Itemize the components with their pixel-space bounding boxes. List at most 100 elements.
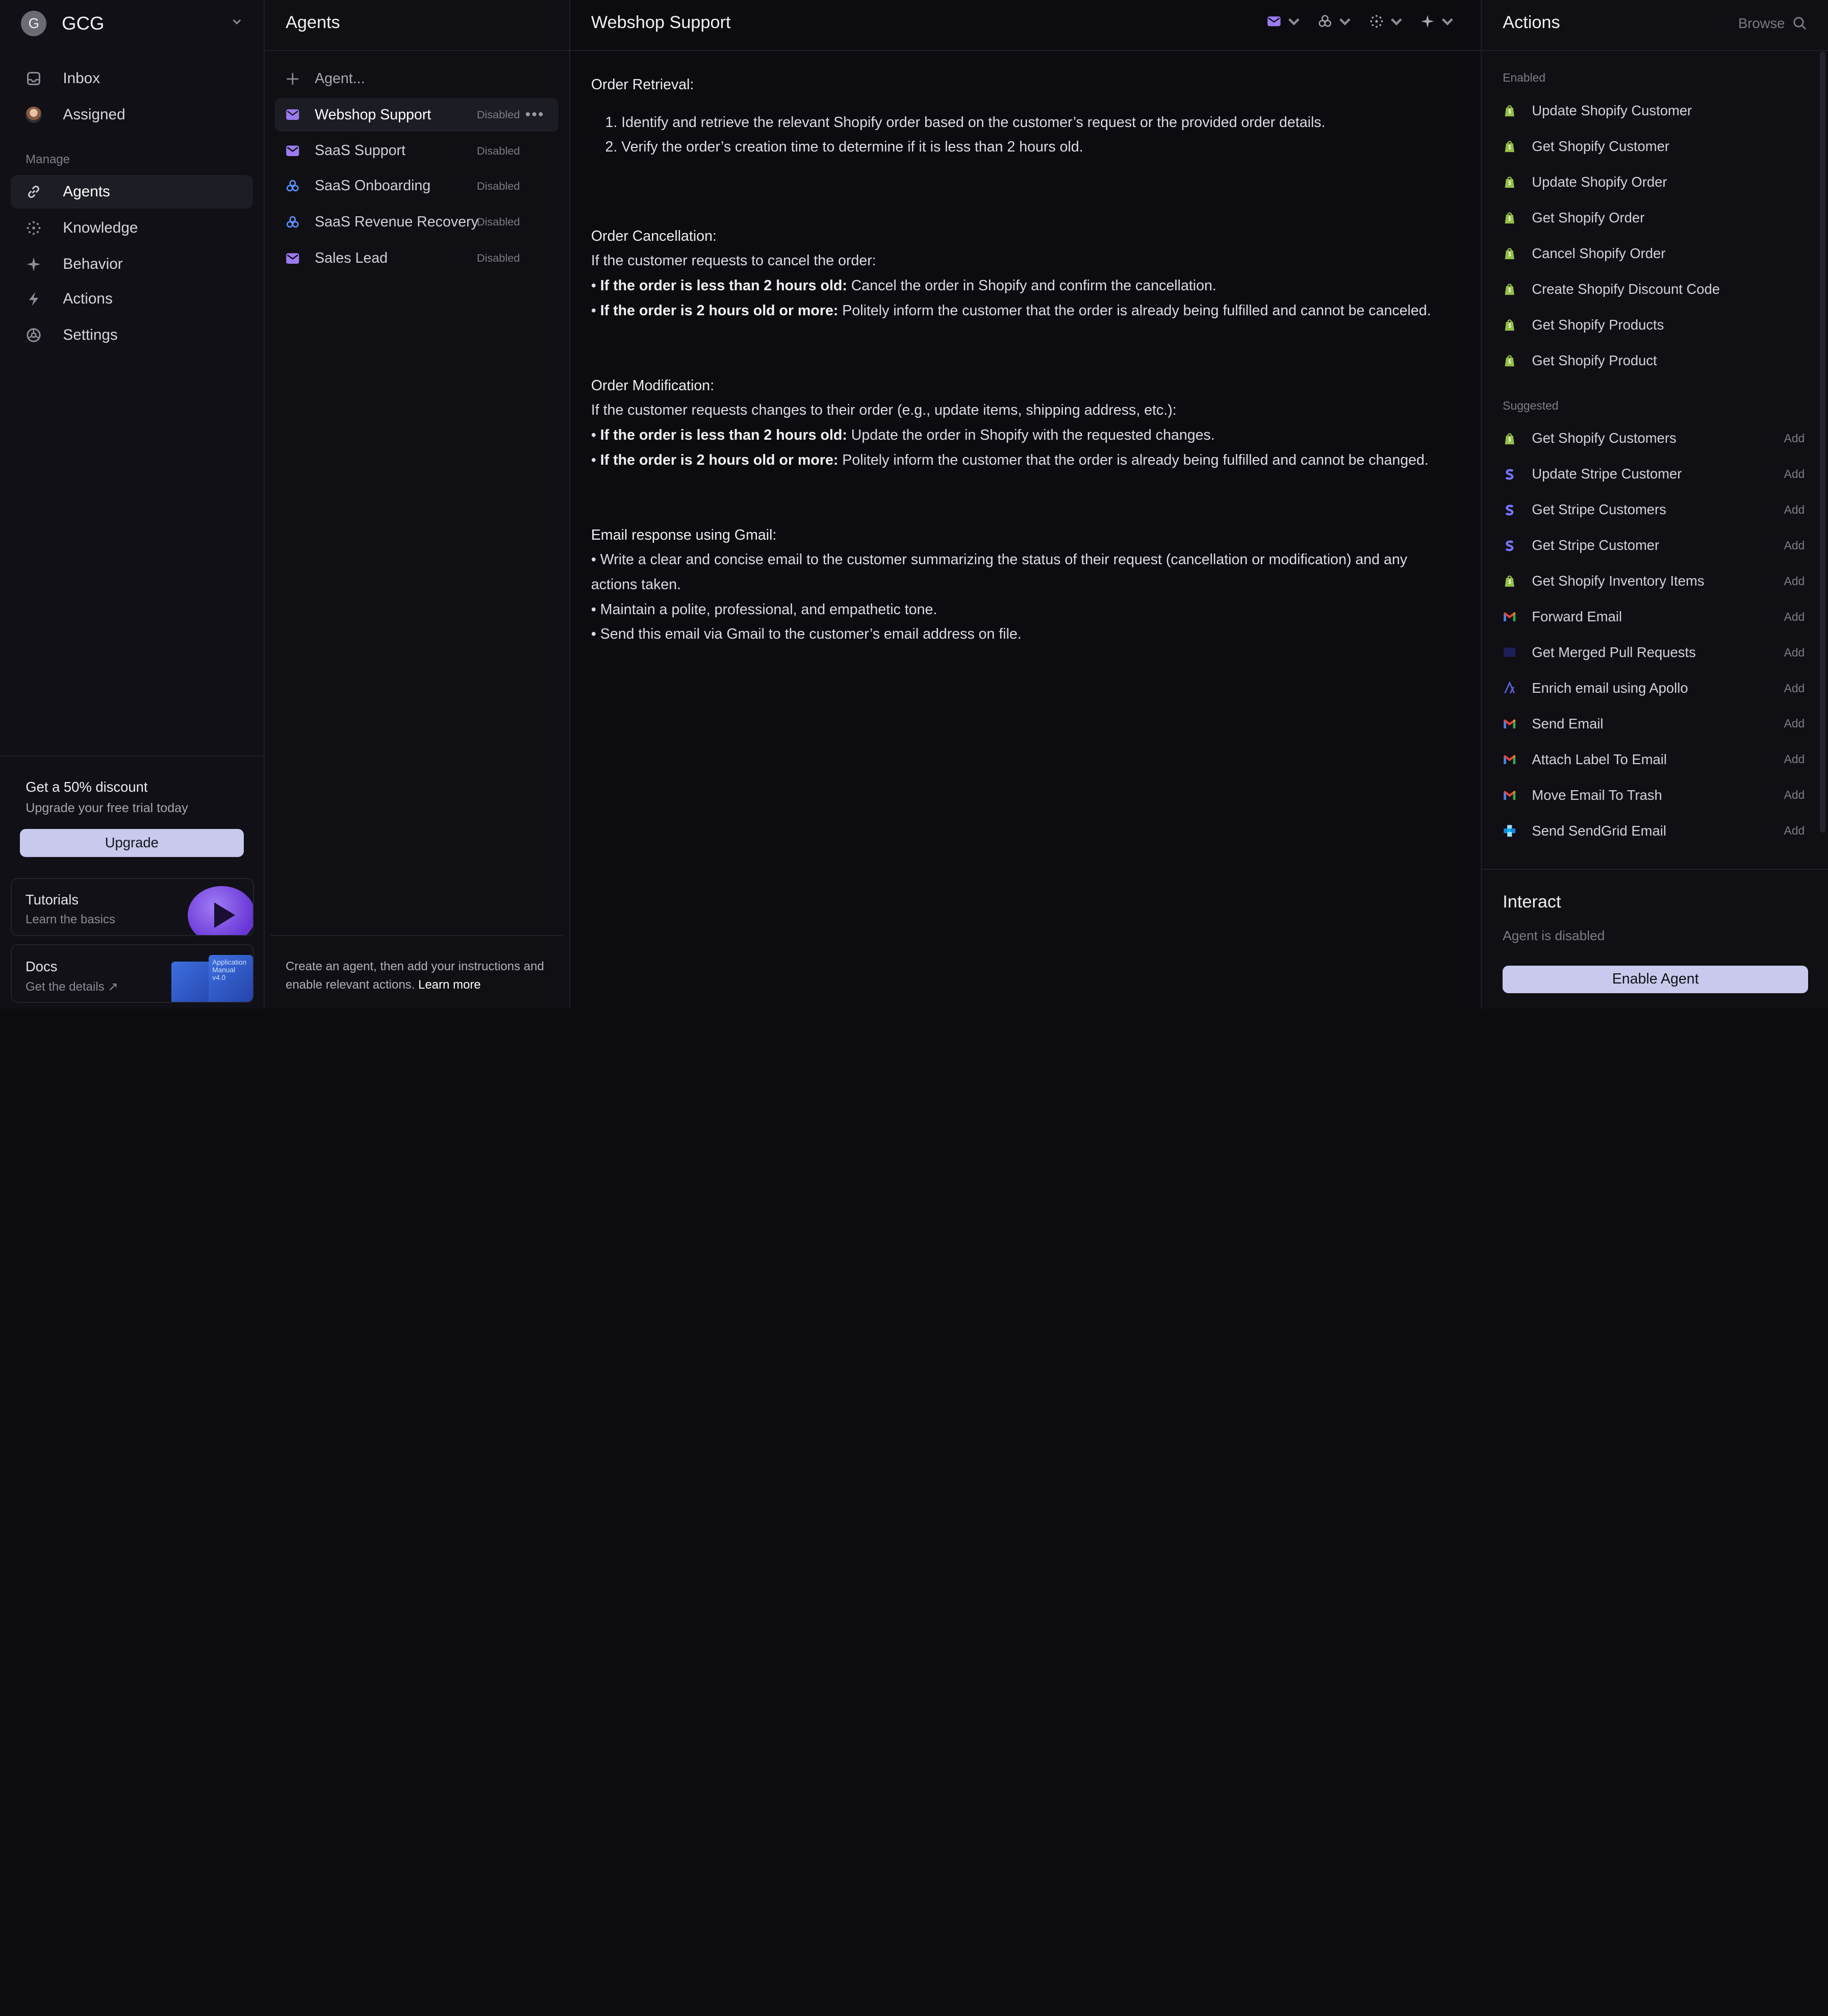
nav-settings[interactable]: Settings	[11, 318, 253, 352]
action-row-send-email[interactable]: Send Email Add	[1503, 712, 1805, 736]
add-action-button[interactable]: Add	[1784, 467, 1805, 481]
inbox-icon	[26, 70, 42, 87]
gmail-icon	[1503, 788, 1516, 802]
action-name: Get Shopify Products	[1532, 316, 1664, 333]
workspace-name: GCG	[62, 12, 105, 34]
nav-actions-label: Actions	[63, 290, 113, 308]
docs-card[interactable]: Docs Get the details ↗ Application Manua…	[10, 944, 255, 1003]
retrieval-steps: Identify and retrieve the relevant Shopi…	[591, 110, 1454, 160]
add-action-button[interactable]: Add	[1784, 574, 1805, 588]
browse-button[interactable]: Browse	[1738, 15, 1807, 32]
learn-more-link[interactable]: Learn more	[418, 978, 481, 992]
nav-knowledge[interactable]: Knowledge	[11, 211, 253, 245]
add-action-button[interactable]: Add	[1784, 788, 1805, 802]
email-heading: Email response using Gmail:	[591, 526, 777, 543]
action-row-get-stripe-customers[interactable]: Get Stripe Customers Add	[1503, 498, 1805, 521]
manual-book-image	[171, 962, 214, 1002]
editor-header-divider	[570, 50, 1481, 52]
shopify-icon	[1503, 574, 1516, 588]
action-row-attach-label-to-email[interactable]: Attach Label To Email Add	[1503, 748, 1805, 771]
nav-assigned[interactable]: Assigned	[11, 98, 253, 132]
workspace-switcher[interactable]: G GCG	[21, 10, 243, 36]
nav-agents-label: Agents	[63, 183, 110, 200]
agent-row-saas-support[interactable]: SaaS Support Disabled	[275, 134, 558, 168]
agent-row-saas-revenue-recovery[interactable]: SaaS Revenue Recovery Disabled	[275, 205, 558, 239]
actions-scrollbar[interactable]	[1819, 51, 1826, 833]
retrieval-step: Identify and retrieve the relevant Shopi…	[621, 110, 1454, 135]
interact-title: Interact	[1503, 892, 1561, 912]
channel-dropdown[interactable]	[1266, 14, 1302, 29]
add-action-button[interactable]: Add	[1784, 717, 1805, 730]
action-name: Cancel Shopify Order	[1532, 245, 1666, 261]
action-row-get-shopify-product[interactable]: Get Shopify Product	[1503, 349, 1805, 372]
model-dropdown[interactable]	[1317, 14, 1353, 29]
action-row-update-stripe-customer[interactable]: Update Stripe Customer Add	[1503, 463, 1805, 486]
action-name: Update Shopify Order	[1532, 174, 1667, 190]
nav-inbox-label: Inbox	[63, 70, 100, 87]
more-options-icon[interactable]: •••	[525, 106, 545, 123]
action-row-get-shopify-customers[interactable]: Get Shopify Customers Add	[1503, 427, 1805, 450]
action-row-get-merged-pull-requests[interactable]: Get Merged Pull Requests Add	[1503, 641, 1805, 664]
knowledge-dropdown[interactable]	[1369, 14, 1404, 29]
upgrade-button[interactable]: Upgrade	[19, 828, 244, 857]
action-row-update-shopify-order[interactable]: Update Shopify Order	[1503, 170, 1805, 194]
gmail-icon	[1503, 610, 1516, 623]
add-action-button[interactable]: Add	[1784, 682, 1805, 695]
agent-name: Sales Lead	[315, 249, 388, 266]
action-row-create-shopify-discount-code[interactable]: Create Shopify Discount Code	[1503, 278, 1805, 301]
action-row-enrich-email-using-apollo[interactable]: Enrich email using Apollo Add	[1503, 676, 1805, 700]
action-row-cancel-shopify-order[interactable]: Cancel Shopify Order	[1503, 242, 1805, 265]
action-row-get-stripe-customer[interactable]: Get Stripe Customer Add	[1503, 534, 1805, 557]
action-row-get-shopify-products[interactable]: Get Shopify Products	[1503, 313, 1805, 337]
dots-circle-icon	[1370, 15, 1383, 28]
app-window: G GCG Inbox Assigned Manage Agents Knowl…	[0, 0, 1828, 1009]
instructions-content[interactable]: Order Retrieval: Identify and retrieve t…	[591, 72, 1454, 647]
nav-knowledge-label: Knowledge	[63, 219, 138, 236]
action-row-get-shopify-customer[interactable]: Get Shopify Customer	[1503, 135, 1805, 158]
enable-agent-button[interactable]: Enable Agent	[1503, 965, 1809, 994]
tutorials-subtitle: Learn the basics	[25, 913, 115, 927]
interact-divider	[1482, 868, 1828, 870]
action-row-get-shopify-order[interactable]: Get Shopify Order	[1503, 206, 1805, 230]
add-action-button[interactable]: Add	[1784, 824, 1805, 838]
nav-inbox[interactable]: Inbox	[11, 62, 253, 95]
chevron-down-icon	[231, 16, 243, 31]
add-action-button[interactable]: Add	[1784, 539, 1805, 552]
email-bullet: • Write a clear and concise email to the…	[591, 551, 1408, 593]
action-row-get-shopify-inventory-items[interactable]: Get Shopify Inventory Items Add	[1503, 569, 1805, 593]
tutorials-card[interactable]: Tutorials Learn the basics	[10, 878, 255, 937]
nav-assigned-label: Assigned	[63, 106, 125, 123]
action-row-move-email-to-trash[interactable]: Move Email To Trash Add	[1503, 784, 1805, 807]
editor-toolbar	[1266, 14, 1455, 29]
search-icon	[1793, 17, 1807, 30]
chevron-down-icon	[1442, 18, 1453, 26]
sidebar: G GCG Inbox Assigned Manage Agents Knowl…	[0, 0, 265, 1009]
new-agent-button[interactable]: Agent...	[275, 62, 558, 95]
action-name: Send SendGrid Email	[1532, 822, 1666, 839]
add-action-button[interactable]: Add	[1784, 503, 1805, 517]
agent-row-webshop-support[interactable]: Webshop Support Disabled •••	[275, 97, 559, 132]
nav-agents[interactable]: Agents	[10, 174, 253, 209]
nav-behavior[interactable]: Behavior	[11, 247, 253, 281]
nav-settings-label: Settings	[63, 326, 118, 344]
agent-row-saas-onboarding[interactable]: SaaS Onboarding Disabled	[275, 169, 558, 203]
agent-row-sales-lead[interactable]: Sales Lead Disabled	[275, 241, 558, 275]
add-action-button[interactable]: Add	[1784, 646, 1805, 660]
nav-actions[interactable]: Actions	[11, 282, 253, 316]
mail-icon	[286, 251, 299, 265]
shopify-icon	[1503, 354, 1516, 367]
stripe-icon	[1503, 467, 1516, 481]
action-row-forward-email[interactable]: Forward Email Add	[1503, 605, 1805, 628]
add-action-button[interactable]: Add	[1784, 432, 1805, 445]
play-icon	[188, 886, 253, 936]
suggested-section-label: Suggested	[1503, 398, 1559, 412]
retrieval-heading: Order Retrieval:	[591, 76, 694, 93]
user-avatar	[26, 107, 42, 123]
add-action-button[interactable]: Add	[1784, 752, 1805, 766]
bolt-icon	[26, 291, 42, 307]
add-action-button[interactable]: Add	[1784, 610, 1805, 624]
action-row-update-shopify-customer[interactable]: Update Shopify Customer	[1503, 99, 1805, 122]
behavior-dropdown[interactable]	[1420, 14, 1455, 29]
agents-footer-divider	[270, 935, 564, 936]
action-row-send-sendgrid-email[interactable]: Send SendGrid Email Add	[1503, 819, 1805, 843]
